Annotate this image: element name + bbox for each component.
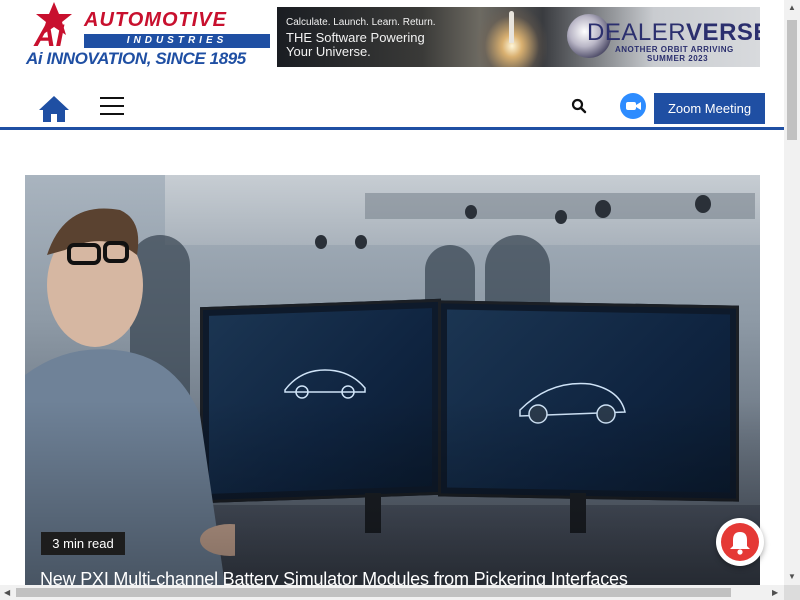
ad-subline-1: ANOTHER ORBIT ARRIVING [615,45,734,54]
logo-text-top: AUTOMOTIVE [84,9,227,31]
ad-brand-part-b: VERSE [686,19,760,46]
read-time-badge: 3 min read [41,532,125,555]
scrollbar-corner [784,585,800,600]
ad-line-2: THE Software Powering [286,30,425,45]
ad-banner[interactable]: Calculate. Launch. Learn. Return. THE So… [277,7,760,67]
ai-star-logo-icon: Ai [33,2,72,48]
hero-gradient-overlay [25,175,760,585]
logo-text-bottom: INDUSTRIES [84,34,270,48]
ad-brand-part-a: DEALER [587,19,687,46]
nav-divider [0,127,784,130]
scroll-down-arrow-icon[interactable]: ▼ [788,572,796,582]
hero-image[interactable] [25,175,760,585]
vertical-scroll-thumb[interactable] [787,20,797,140]
search-icon[interactable] [571,98,587,114]
hamburger-menu-icon[interactable] [100,96,124,116]
notification-bell-button[interactable] [716,518,764,566]
horizontal-scroll-thumb[interactable] [16,588,731,597]
ad-subline-2: SUMMER 2023 [647,54,709,63]
vertical-scrollbar[interactable]: ▲ ▼ [784,0,800,585]
site-tagline: Ai INNOVATION, SINCE 1895 [26,49,246,68]
rocket-graphic [509,11,514,43]
home-icon[interactable] [38,95,70,123]
ad-line-1: Calculate. Launch. Learn. Return. [286,17,436,28]
ad-line-3: Your Universe. [286,44,371,59]
zoom-video-icon[interactable] [620,93,646,119]
scroll-left-arrow-icon[interactable]: ◀ [4,588,10,598]
logo-mark-text: Ai [33,20,65,48]
ad-brand: DEALERVERSE™ [587,21,760,45]
logo-wordmark: AUTOMOTIVE INDUSTRIES [84,10,272,48]
bell-icon [730,532,750,555]
scroll-up-arrow-icon[interactable]: ▲ [788,3,796,13]
zoom-meeting-button[interactable]: Zoom Meeting [654,93,765,124]
horizontal-scrollbar[interactable]: ◀ ▶ [0,585,784,600]
notification-bell-circle [721,523,759,561]
scroll-right-arrow-icon[interactable]: ▶ [772,588,778,598]
